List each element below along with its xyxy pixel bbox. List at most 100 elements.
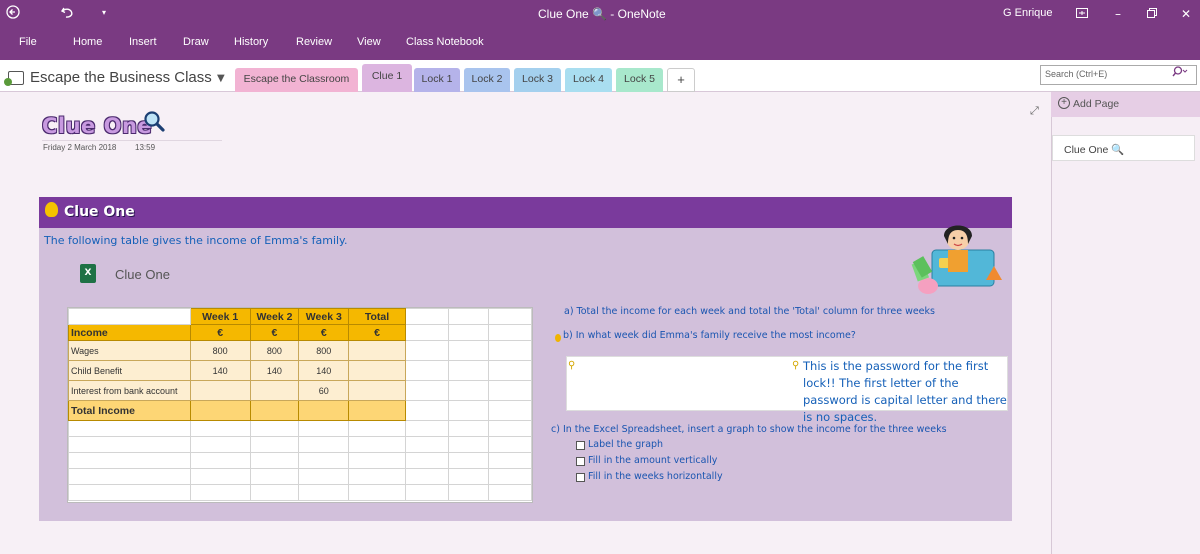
table-cell[interactable] xyxy=(298,436,350,453)
search-icon[interactable] xyxy=(1170,66,1188,80)
question-b[interactable]: b) In what week did Emma's family receiv… xyxy=(563,330,856,341)
quick-access-dropdown-icon[interactable]: ▾ xyxy=(102,8,106,17)
table-cell[interactable] xyxy=(487,380,532,401)
notebook-icon[interactable] xyxy=(4,71,24,86)
section-tab-lock-4[interactable]: Lock 4 xyxy=(565,68,612,92)
table-cell[interactable] xyxy=(404,340,450,361)
tab-draw[interactable]: Draw xyxy=(183,36,209,48)
table-cell[interactable] xyxy=(298,468,350,485)
table-cell[interactable] xyxy=(448,308,489,325)
section-tab-clue-1[interactable]: Clue 1 xyxy=(362,64,412,92)
embedded-spreadsheet[interactable]: Week 1 Week 2 Week 3 Total Income € € € … xyxy=(67,307,533,503)
table-cell[interactable] xyxy=(487,324,532,341)
tab-insert[interactable]: Insert xyxy=(129,36,157,48)
tab-home[interactable]: Home xyxy=(73,36,102,48)
value-cell[interactable] xyxy=(348,380,406,401)
table-cell[interactable] xyxy=(348,436,406,453)
table-cell[interactable] xyxy=(404,360,450,381)
task-checkbox[interactable] xyxy=(576,457,585,466)
back-icon[interactable] xyxy=(6,5,20,23)
undo-icon[interactable] xyxy=(60,5,74,23)
table-cell[interactable] xyxy=(68,452,191,469)
table-cell[interactable] xyxy=(298,420,350,437)
value-cell[interactable]: 800 xyxy=(189,340,251,361)
table-cell[interactable] xyxy=(249,420,300,437)
tab-history[interactable]: History xyxy=(234,36,268,48)
table-cell[interactable] xyxy=(487,420,532,437)
table-cell[interactable] xyxy=(404,380,450,401)
table-cell[interactable] xyxy=(448,340,489,361)
value-cell[interactable] xyxy=(189,380,251,401)
row-label-income[interactable]: Income xyxy=(68,324,191,341)
table-cell[interactable] xyxy=(404,484,450,501)
table-cell[interactable] xyxy=(298,484,350,501)
task-label[interactable]: Fill in the amount vertically xyxy=(588,455,717,466)
table-cell[interactable] xyxy=(448,360,489,381)
embedded-file-name[interactable]: Clue One xyxy=(115,267,170,282)
value-cell[interactable]: 140 xyxy=(298,360,350,381)
currency-cell[interactable]: € xyxy=(348,324,406,341)
table-cell[interactable] xyxy=(189,468,251,485)
table-cell[interactable] xyxy=(348,468,406,485)
table-cell[interactable] xyxy=(68,436,191,453)
table-cell[interactable] xyxy=(404,436,450,453)
table-cell[interactable] xyxy=(404,308,450,325)
total-cell[interactable] xyxy=(249,400,300,421)
notebook-dropdown-icon[interactable]: ▼ xyxy=(217,73,225,84)
task-checkbox[interactable] xyxy=(576,441,585,450)
row-label-total-income[interactable]: Total Income xyxy=(68,400,191,421)
add-page-button[interactable]: + Add Page xyxy=(1051,92,1200,117)
currency-cell[interactable]: € xyxy=(249,324,300,341)
tab-file[interactable]: File xyxy=(19,36,37,48)
table-cell[interactable] xyxy=(68,420,191,437)
table-cell[interactable] xyxy=(189,484,251,501)
table-cell[interactable] xyxy=(487,340,532,361)
total-cell[interactable] xyxy=(189,400,251,421)
excel-icon[interactable]: X xyxy=(80,264,96,283)
column-header-total[interactable]: Total xyxy=(348,308,406,325)
section-tab-escape-the-classroom[interactable]: Escape the Classroom xyxy=(235,68,358,92)
table-cell[interactable] xyxy=(348,420,406,437)
table-cell[interactable] xyxy=(249,436,300,453)
page-title[interactable]: Clue One xyxy=(42,114,152,138)
currency-cell[interactable]: € xyxy=(189,324,251,341)
tab-class-notebook[interactable]: Class Notebook xyxy=(406,36,484,48)
section-tab-lock-2[interactable]: Lock 2 xyxy=(464,68,510,92)
close-icon[interactable]: ✕ xyxy=(1176,4,1196,24)
currency-cell[interactable]: € xyxy=(298,324,350,341)
row-label-interest[interactable]: Interest from bank account xyxy=(68,380,191,401)
value-cell[interactable] xyxy=(348,340,406,361)
column-header-week-2[interactable]: Week 2 xyxy=(249,308,300,325)
expand-icon[interactable]: ⤢ xyxy=(1030,104,1039,118)
table-cell[interactable] xyxy=(189,420,251,437)
table-cell[interactable] xyxy=(348,452,406,469)
column-header-week-1[interactable]: Week 1 xyxy=(189,308,251,325)
table-cell[interactable] xyxy=(487,308,532,325)
table-cell[interactable] xyxy=(404,400,450,421)
table-cell[interactable] xyxy=(404,324,450,341)
table-cell[interactable] xyxy=(189,436,251,453)
column-header-week-3[interactable]: Week 3 xyxy=(298,308,350,325)
task-label[interactable]: Fill in the weeks horizontally xyxy=(588,471,723,482)
value-cell[interactable]: 140 xyxy=(249,360,300,381)
value-cell[interactable]: 800 xyxy=(249,340,300,361)
table-cell[interactable] xyxy=(249,468,300,485)
tab-review[interactable]: Review xyxy=(296,36,332,48)
user-name[interactable]: G Enrique xyxy=(1003,7,1053,19)
row-label-child-benefit[interactable]: Child Benefit xyxy=(68,360,191,381)
table-cell[interactable] xyxy=(487,360,532,381)
total-cell[interactable] xyxy=(298,400,350,421)
value-cell[interactable]: 140 xyxy=(189,360,251,381)
table-cell[interactable] xyxy=(487,452,532,469)
table-cell[interactable] xyxy=(448,468,489,485)
page-item-clue-one[interactable]: Clue One 🔍 xyxy=(1052,135,1195,161)
value-cell[interactable] xyxy=(249,380,300,401)
notebook-name[interactable]: Escape the Business Class xyxy=(30,69,212,86)
value-cell[interactable]: 800 xyxy=(298,340,350,361)
task-label[interactable]: Label the graph xyxy=(588,439,663,450)
total-cell[interactable] xyxy=(348,400,406,421)
table-cell[interactable] xyxy=(298,452,350,469)
table-cell[interactable] xyxy=(448,400,489,421)
section-tab-lock-1[interactable]: Lock 1 xyxy=(414,68,460,92)
value-cell[interactable] xyxy=(348,360,406,381)
